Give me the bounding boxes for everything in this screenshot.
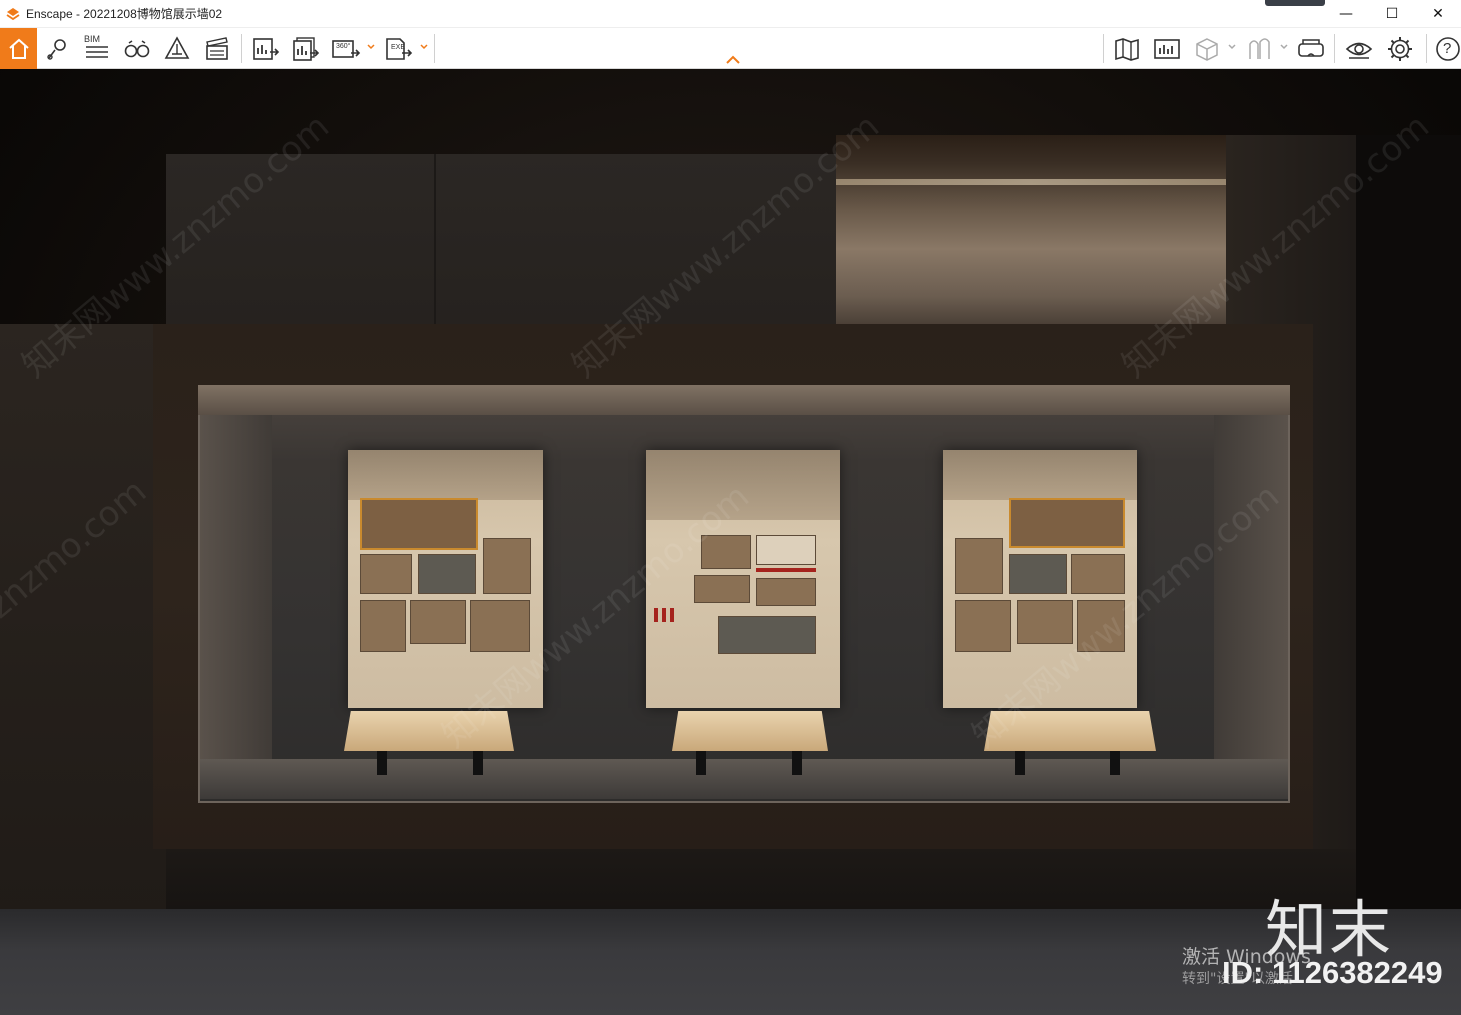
views-button[interactable] [42,34,72,64]
chevron-up-icon[interactable] [724,54,742,66]
section-button[interactable] [162,34,192,64]
enscape-logo-icon [6,7,20,20]
assets-button[interactable] [1244,34,1274,64]
home-button[interactable] [0,28,37,69]
main-toolbar: BIM 360° EXE ? [0,28,1461,69]
lit-alcove [836,135,1226,325]
table-leg [473,751,483,775]
section-icon [164,36,190,59]
case-right-wall [1214,415,1288,761]
lower-wall [166,849,1356,909]
window-controls: — ☐ ✕ [1323,0,1461,28]
map-button[interactable] [1112,34,1142,64]
bim-button[interactable]: BIM [82,32,112,62]
toolbar-separator [1103,34,1104,63]
toolbar-separator [434,34,435,63]
chevron-down-icon[interactable] [1227,42,1237,52]
left-wall [0,324,166,919]
batch-render-icon [293,37,320,61]
help-button[interactable]: ? [1433,34,1461,64]
window-title: Enscape - 20221208博物馆展示墙02 [26,7,223,21]
display-table-center [672,711,828,751]
binoculars-icon [124,40,150,58]
video-editor-button[interactable] [202,34,232,64]
render-viewport[interactable]: 知末网www.znzmo.com 知末网www.znzmo.com 知末网www… [0,69,1461,1015]
chevron-down-icon[interactable] [366,42,376,52]
exhibit-panel-center [646,450,840,708]
settings-icon [1388,37,1412,61]
minimap-icon [1154,39,1180,59]
minimize-button[interactable]: — [1323,0,1369,28]
render-image-icon [253,38,280,60]
table-leg [696,751,706,775]
home-icon [8,38,29,59]
map-icon [1115,38,1139,61]
table-leg [792,751,802,775]
batch-render-button[interactable] [291,34,321,64]
minimap-button[interactable] [1152,34,1182,64]
table-leg [1110,751,1120,775]
assets-icon [1249,38,1270,59]
case-floor [200,759,1288,799]
visual-settings-icon [1345,42,1373,59]
display-indicator [1265,0,1325,6]
table-leg [377,751,387,775]
close-button[interactable]: ✕ [1415,0,1461,28]
asset-id-label: ID: 1126382249 [1222,955,1443,990]
maximize-button[interactable]: ☐ [1369,0,1415,28]
cube-icon [1196,38,1218,61]
toolbar-separator [241,34,242,63]
orbit-button[interactable] [122,34,152,64]
panorama-label: 360° [336,43,351,50]
bim-icon [86,46,108,58]
export-exe-button[interactable]: EXE [384,34,414,64]
chevron-down-icon[interactable] [1279,42,1289,52]
chevron-down-icon[interactable] [419,42,429,52]
vr-headset-icon [1298,39,1324,57]
visual-settings-button[interactable] [1344,34,1374,64]
case-ceiling-light [198,385,1290,415]
map-pin-icon [47,39,66,60]
panorama-button[interactable]: 360° [331,34,361,64]
alcove-light-strip [836,179,1226,185]
table-leg [1015,751,1025,775]
settings-button[interactable] [1385,34,1415,64]
vr-button[interactable] [1296,34,1326,64]
bim-label: BIM [84,34,101,44]
title-bar: Enscape - 20221208博物馆展示墙02 — ☐ ✕ [0,0,1461,28]
object-button[interactable] [1192,34,1222,64]
clapper-icon [206,37,228,60]
toolbar-separator [1334,34,1335,63]
export-exe-label: EXE [391,44,406,51]
help-label: ? [1443,40,1452,57]
case-left-wall [200,415,272,761]
render-image-button[interactable] [251,34,281,64]
toolbar-separator [1426,34,1427,63]
